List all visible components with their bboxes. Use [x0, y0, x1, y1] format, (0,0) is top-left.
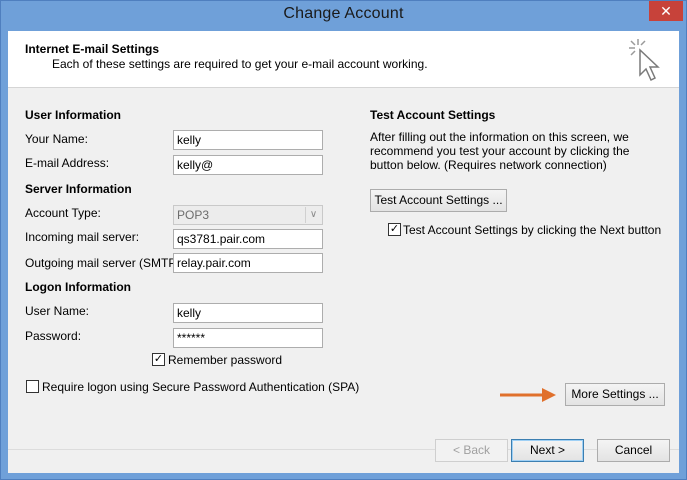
- server-information-heading: Server Information: [25, 182, 132, 196]
- spa-checkbox[interactable]: [26, 380, 39, 393]
- incoming-server-label: Incoming mail server:: [25, 230, 140, 244]
- spa-label: Require logon using Secure Password Auth…: [42, 380, 360, 394]
- your-name-label: Your Name:: [25, 132, 88, 146]
- orange-arrow-icon: [500, 388, 556, 402]
- remember-password-checkbox[interactable]: ✓: [152, 353, 165, 366]
- back-button[interactable]: < Back: [435, 439, 508, 462]
- header-title: Internet E-mail Settings: [25, 42, 160, 56]
- incoming-server-input[interactable]: qs3781.pair.com: [173, 229, 323, 249]
- account-type-value: POP3: [177, 208, 210, 222]
- logon-information-heading: Logon Information: [25, 280, 131, 294]
- cancel-button[interactable]: Cancel: [597, 439, 670, 462]
- wizard-cursor-icon: [629, 39, 660, 82]
- your-name-input[interactable]: kelly: [173, 130, 323, 150]
- remember-password-label: Remember password: [168, 353, 283, 367]
- test-account-settings-heading: Test Account Settings: [370, 108, 496, 122]
- window-title: Change Account: [283, 5, 404, 22]
- title-bar[interactable]: Change Account ✕: [1, 1, 686, 31]
- close-button[interactable]: ✕: [649, 1, 683, 21]
- header-subtitle: Each of these settings are required to g…: [52, 57, 428, 71]
- dialog-header: Internet E-mail Settings Each of these s…: [8, 31, 679, 88]
- more-settings-button[interactable]: More Settings ...: [565, 383, 665, 406]
- account-type-label: Account Type:: [25, 206, 101, 220]
- test-settings-description: After filling out the information on thi…: [370, 130, 630, 172]
- email-address-label: E-mail Address:: [25, 156, 110, 170]
- outgoing-server-label: Outgoing mail server (SMTP):: [25, 256, 184, 270]
- user-information-heading: User Information: [25, 108, 122, 122]
- next-button[interactable]: Next >: [511, 439, 584, 462]
- dialog-body: Internet E-mail Settings Each of these s…: [8, 31, 679, 473]
- test-on-next-checkbox[interactable]: ✓: [388, 223, 401, 236]
- chevron-down-icon: ∨: [305, 207, 321, 223]
- user-name-input[interactable]: kelly: [173, 303, 323, 323]
- outgoing-server-input[interactable]: relay.pair.com: [173, 253, 323, 273]
- account-type-select: POP3 ∨: [173, 205, 323, 225]
- test-on-next-label: Test Account Settings by clicking the Ne…: [403, 223, 662, 237]
- password-input[interactable]: ******: [173, 328, 323, 348]
- user-name-label: User Name:: [25, 304, 90, 318]
- change-account-window: Change Account ✕ Internet E-mail Setting…: [0, 0, 687, 480]
- test-account-settings-button[interactable]: Test Account Settings ...: [370, 189, 507, 212]
- password-label: Password:: [25, 329, 82, 343]
- email-address-input[interactable]: kelly@: [173, 155, 323, 175]
